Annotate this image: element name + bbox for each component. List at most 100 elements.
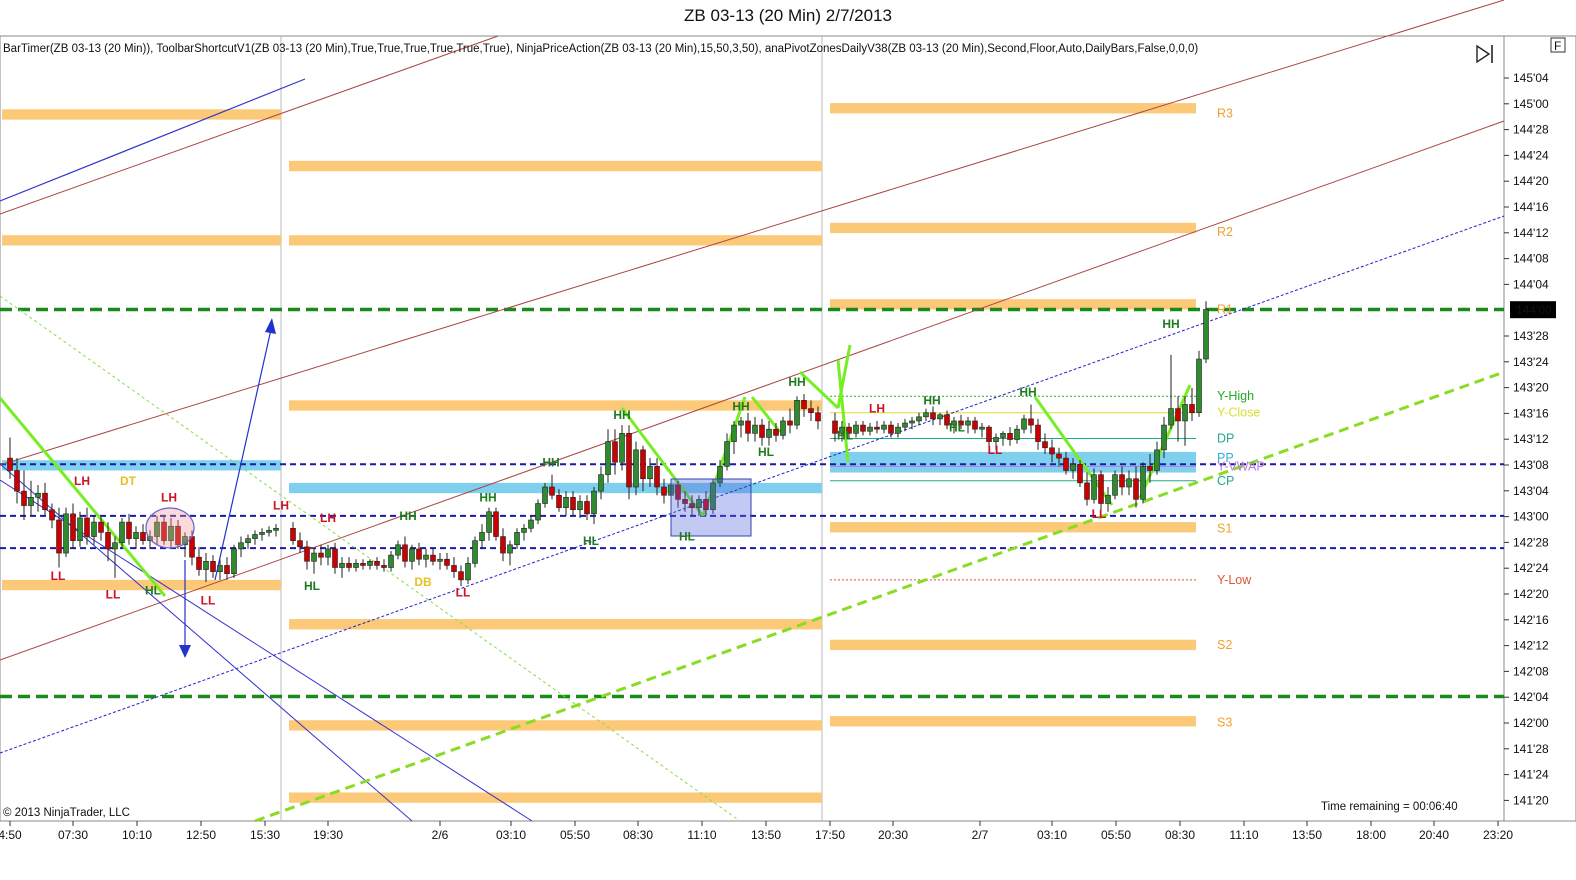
candle <box>133 532 139 539</box>
candle <box>1021 418 1027 430</box>
candle <box>556 494 562 508</box>
candle <box>437 558 443 562</box>
pivot-label: S2 <box>1217 638 1232 652</box>
candle <box>84 517 90 537</box>
candle <box>773 428 779 436</box>
candle <box>867 426 873 432</box>
candle <box>895 426 901 434</box>
candle <box>633 449 639 488</box>
chart-canvas[interactable]: LH DT LH LL LL HL LL LH LH HL HH DB LL HH HH HL HH HL HH HL… <box>0 0 1576 880</box>
float-button[interactable]: F <box>1550 37 1566 53</box>
candle <box>930 412 936 420</box>
time-tick-label: 2/7 <box>972 828 989 842</box>
candle <box>311 552 317 562</box>
candle <box>91 521 97 537</box>
candle <box>304 546 310 562</box>
swing-label: LH <box>74 474 90 488</box>
candle <box>395 544 401 556</box>
candle <box>1161 424 1167 451</box>
pivot-zone <box>289 720 822 731</box>
candle <box>203 561 209 570</box>
time-tick-label: 05:50 <box>1101 828 1131 842</box>
copyright-text: © 2013 NinjaTrader, LLC <box>3 807 130 819</box>
time-axis-labels: 4:50 07:30 10:10 12:50 15:30 19:30 2/6 03:10 05:… <box>0 821 1513 842</box>
pivot-zone <box>2 579 281 591</box>
candle <box>563 497 569 508</box>
candle <box>514 532 520 546</box>
candle <box>972 420 978 430</box>
pivot-label: Y-Low <box>1217 573 1252 587</box>
time-tick-label: 05:50 <box>560 828 590 842</box>
price-tick-label: 141'24 <box>1513 768 1549 782</box>
time-tick-label: 11:10 <box>687 828 716 842</box>
plot-area[interactable] <box>0 35 1505 822</box>
time-remaining-text: Time remaining = 00:06:40 <box>1321 801 1458 813</box>
swing-label: DB <box>414 575 432 589</box>
candle <box>21 490 27 506</box>
price-tick-label: 144'00 <box>1516 303 1552 317</box>
candle <box>231 548 237 574</box>
candle <box>1070 463 1076 471</box>
price-tick-label: 143'04 <box>1513 484 1549 498</box>
candle <box>273 527 279 531</box>
candle <box>909 420 915 424</box>
candle <box>1049 447 1055 455</box>
candle <box>647 466 653 480</box>
time-tick-label: 18:00 <box>1356 828 1386 842</box>
swing-label: HH <box>923 393 940 407</box>
pivot-zone <box>289 792 822 803</box>
swing-label: LH <box>273 499 289 513</box>
candle <box>325 548 331 558</box>
candle <box>535 503 541 521</box>
swing-label: HL <box>758 445 774 459</box>
swing-label: HL <box>145 583 161 597</box>
candle <box>808 408 814 413</box>
candle <box>465 563 471 581</box>
candle <box>451 565 457 572</box>
candle <box>49 509 55 521</box>
candle <box>70 513 76 541</box>
candle <box>626 433 632 488</box>
candle <box>881 424 887 430</box>
candle <box>1154 449 1160 471</box>
time-tick-label: 10:10 <box>122 828 152 842</box>
swing-label: HH <box>542 455 559 469</box>
swing-label: HH <box>788 375 805 389</box>
candle <box>259 532 265 535</box>
price-tick-label: 144'08 <box>1513 252 1549 266</box>
candle <box>1112 474 1118 496</box>
price-tick-label: 143'00 <box>1513 510 1549 524</box>
pivot-label: CP <box>1217 474 1234 488</box>
candle <box>346 563 352 568</box>
swing-label: HH <box>399 509 416 523</box>
swing-label: LL <box>988 443 1003 457</box>
candle <box>56 519 62 554</box>
time-tick-label: 4:50 <box>0 828 22 842</box>
candle <box>500 536 506 554</box>
candle <box>1098 474 1104 504</box>
candle <box>416 548 422 560</box>
pivot-label: Y-Close <box>1217 406 1260 420</box>
candle <box>640 449 646 480</box>
pivot-zone <box>830 222 1196 234</box>
price-tick-label: 145'04 <box>1513 71 1549 85</box>
candle <box>759 424 765 438</box>
time-tick-label: 20:30 <box>878 828 908 842</box>
price-tick-label: 142'00 <box>1513 716 1549 730</box>
time-tick-label: 13:50 <box>751 828 781 842</box>
indicator-list: BarTimer(ZB 03-13 (20 Min)), ToolbarShor… <box>3 43 1198 55</box>
price-tick-label: 143'12 <box>1513 432 1549 446</box>
candle <box>245 538 251 544</box>
candle <box>1042 441 1048 449</box>
candle <box>14 470 20 492</box>
pivot-zone <box>289 160 822 172</box>
price-tick-label: 142'04 <box>1513 690 1549 704</box>
candle <box>528 519 534 529</box>
time-tick-label: 03:10 <box>1037 828 1067 842</box>
candle <box>1189 404 1195 413</box>
pivot-label: Y-High <box>1217 389 1254 403</box>
highlight-box[interactable] <box>670 478 752 537</box>
highlight-ellipse[interactable] <box>145 507 195 549</box>
time-tick-label: 07:30 <box>58 828 88 842</box>
candle <box>661 486 667 496</box>
